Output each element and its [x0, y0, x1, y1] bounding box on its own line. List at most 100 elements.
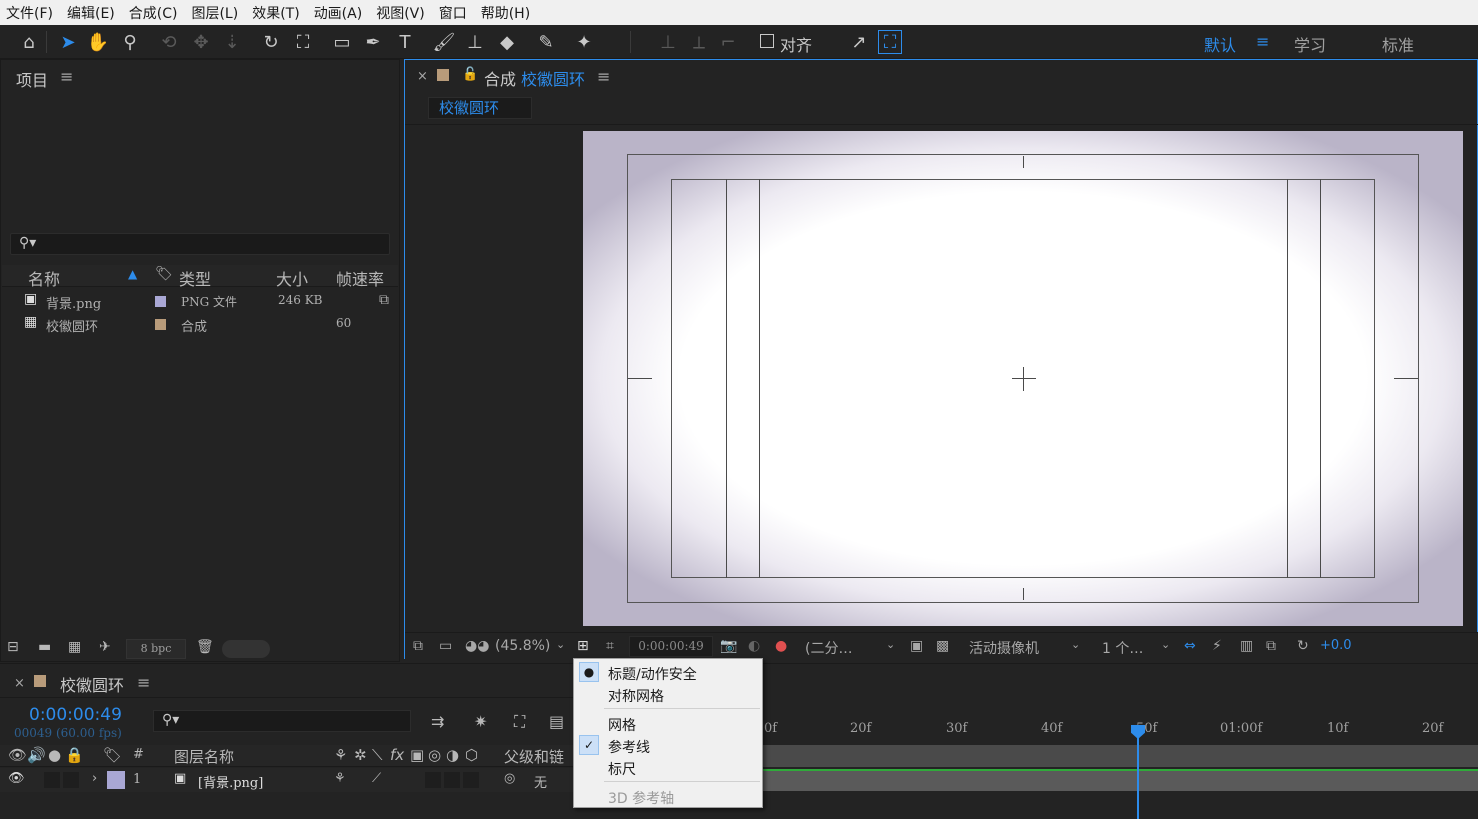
reset-exposure-icon[interactable]: ↻ [1297, 638, 1309, 654]
adjust-project-settings-icon[interactable]: ✈ [99, 639, 111, 655]
timeline-current-time[interactable]: 0:00:00:49 [29, 705, 122, 725]
workspace-menu-icon[interactable]: ≡ [1256, 32, 1269, 51]
eye-icon[interactable]: 👁 [8, 746, 27, 764]
switch-cell[interactable] [425, 772, 441, 788]
column-size[interactable]: 大小 [276, 266, 308, 290]
always-preview-icon[interactable]: ⧉ [413, 638, 423, 654]
hide-shy-layers-icon[interactable]: ⛶ [514, 712, 525, 732]
current-time-field[interactable]: 0:00:00:49 [629, 636, 713, 657]
layer-row[interactable]: 👁 › 1 ▣ [背景.png] ⚘ ⟋ ◎ 无 [0, 768, 664, 792]
panel-menu-icon[interactable]: ≡ [60, 67, 73, 86]
effects-switch-icon[interactable]: fx [390, 746, 404, 764]
comp-title-name[interactable]: 校徽圆环 [521, 66, 585, 90]
menu-effect[interactable]: 效果(T) [252, 3, 299, 23]
selection-tool-icon[interactable]: ➤ [56, 30, 80, 54]
panel-menu-icon[interactable]: ≡ [137, 673, 150, 692]
timeline-icon[interactable]: ▥ [1240, 638, 1253, 654]
dolly-camera-icon[interactable]: ⇣ [220, 30, 244, 54]
snapping-icon[interactable]: ↗ [847, 30, 871, 54]
menu-view[interactable]: 视图(V) [376, 3, 425, 23]
close-icon[interactable]: × [417, 69, 428, 84]
menu-animation[interactable]: 动画(A) [314, 3, 363, 23]
color-channels-icon[interactable]: ● [775, 638, 787, 654]
label-color-swatch[interactable] [155, 296, 166, 307]
timeline-search-input[interactable]: ⚲▾ [153, 710, 411, 732]
align-checkbox[interactable] [760, 34, 774, 48]
hand-tool-icon[interactable]: ✋ [86, 30, 110, 54]
menu-file[interactable]: 文件(F) [6, 3, 53, 23]
menu-item-grid[interactable]: 网格 [574, 712, 762, 734]
trash-icon[interactable]: 🗑 [196, 639, 214, 655]
3d-layer-switch-icon[interactable]: ⬡ [465, 746, 478, 764]
workspace-learn[interactable]: 学习 [1294, 32, 1326, 56]
audio-icon[interactable]: 🔊 [27, 746, 46, 764]
project-item-row[interactable]: ▣ 背景.png PNG 文件 246 KB ⧉ [2, 290, 398, 312]
transparency-grid-icon[interactable]: ▩ [936, 638, 949, 654]
monitor-icon[interactable]: ▭ [439, 638, 452, 654]
region-of-interest-icon[interactable]: ▣ [910, 638, 923, 654]
project-search-input[interactable]: ⚲▾ [10, 233, 390, 255]
clone-stamp-icon[interactable]: ⊥ [463, 30, 487, 54]
view-axis-icon[interactable]: ⌐ [716, 30, 740, 54]
puppet-pin-icon[interactable]: ✦ [572, 30, 596, 54]
menu-item-rulers[interactable]: 标尺 [574, 756, 762, 778]
rotation-tool-icon[interactable]: ↻ [259, 30, 283, 54]
composition-viewer[interactable] [583, 131, 1463, 626]
pen-tool-icon[interactable]: ✒ [361, 30, 385, 54]
label-tag-icon[interactable]: 🏷 [103, 746, 122, 764]
column-fps[interactable]: 帧速率 [336, 266, 384, 290]
bit-depth-button[interactable]: 8 bpc [126, 639, 186, 659]
comp-breadcrumb-tab[interactable]: 校徽圆环 [428, 97, 532, 119]
anchor-point-tool-icon[interactable]: ⛶ [291, 30, 315, 54]
adjustment-layer-switch-icon[interactable]: ◑ [446, 746, 459, 764]
camera-view-dropdown[interactable]: 活动摄像机 [969, 638, 1039, 658]
rectangle-tool-icon[interactable]: ▭ [330, 30, 354, 54]
menu-help[interactable]: 帮助(H) [481, 3, 530, 23]
work-area-bar[interactable] [664, 745, 1478, 767]
menu-window[interactable]: 窗口 [439, 3, 467, 23]
zoom-tool-icon[interactable]: ⚲ [118, 30, 142, 54]
chevron-down-icon[interactable]: ⌄ [556, 638, 565, 651]
layer-name[interactable]: [背景.png] [198, 772, 263, 791]
project-item-row[interactable]: ▦ 校徽圆环 合成 60 [2, 313, 398, 335]
snap-grid-icon[interactable]: ⛶ [878, 30, 902, 54]
quality-switch-icon[interactable]: ⟍ [372, 746, 383, 764]
chevron-down-icon[interactable]: ⌄ [1161, 638, 1170, 651]
brush-tool-icon[interactable]: 🖌 [432, 30, 456, 54]
switch-cell[interactable] [463, 772, 479, 788]
panel-menu-icon[interactable]: ≡ [597, 67, 610, 86]
frame-blending-icon[interactable]: ▤ [549, 712, 564, 731]
eye-icon[interactable]: 👁 [8, 771, 25, 786]
interpret-footage-icon[interactable]: ⊟ [7, 639, 19, 655]
menu-edit[interactable]: 编辑(E) [67, 3, 115, 23]
column-layer-name[interactable]: 图层名称 [174, 746, 234, 767]
switch-cell[interactable] [444, 772, 460, 788]
collapse-switch-icon[interactable]: ✲ [354, 746, 367, 764]
composition-mini-flowchart-icon[interactable]: ⇉ [431, 712, 444, 731]
world-axis-icon[interactable]: ⟂ [687, 30, 711, 54]
flowchart-icon[interactable]: ⧉ [379, 292, 389, 308]
layer-duration-bar[interactable] [664, 769, 1478, 791]
menu-item-symmetry-grid[interactable]: 对称网格 [574, 683, 762, 705]
new-composition-icon[interactable]: ▦ [68, 639, 81, 655]
grid-guide-options-icon[interactable]: ⊞ [577, 638, 589, 654]
zoom-dropdown[interactable]: (45.8%) [495, 638, 550, 654]
thumbnail-slider[interactable] [222, 640, 270, 658]
column-name[interactable]: 名称 [28, 266, 60, 290]
home-icon[interactable]: ⌂ [17, 30, 41, 54]
layer-label-swatch[interactable] [107, 771, 125, 789]
show-snapshot-icon[interactable]: ◐ [748, 638, 760, 654]
chevron-down-icon[interactable]: ⌄ [1071, 638, 1080, 651]
text-tool-icon[interactable]: T [393, 30, 417, 54]
expand-chevron-icon[interactable]: › [92, 771, 97, 786]
lock-icon[interactable]: 🔓 [462, 67, 478, 82]
column-type[interactable]: 类型 [179, 266, 211, 290]
resolution-dropdown[interactable]: (二分… [805, 638, 852, 658]
draft-3d-icon[interactable]: ✷ [474, 712, 487, 731]
fast-previews-icon[interactable]: ⚡ [1212, 638, 1222, 654]
shy-switch-icon[interactable]: ⚘ [334, 746, 347, 764]
solo-toggle[interactable] [44, 772, 60, 788]
label-tag-icon[interactable]: 🏷 [155, 266, 173, 282]
motion-blur-switch-icon[interactable]: ◎ [428, 746, 441, 764]
quality-switch-icon[interactable]: ⟋ [372, 771, 381, 786]
